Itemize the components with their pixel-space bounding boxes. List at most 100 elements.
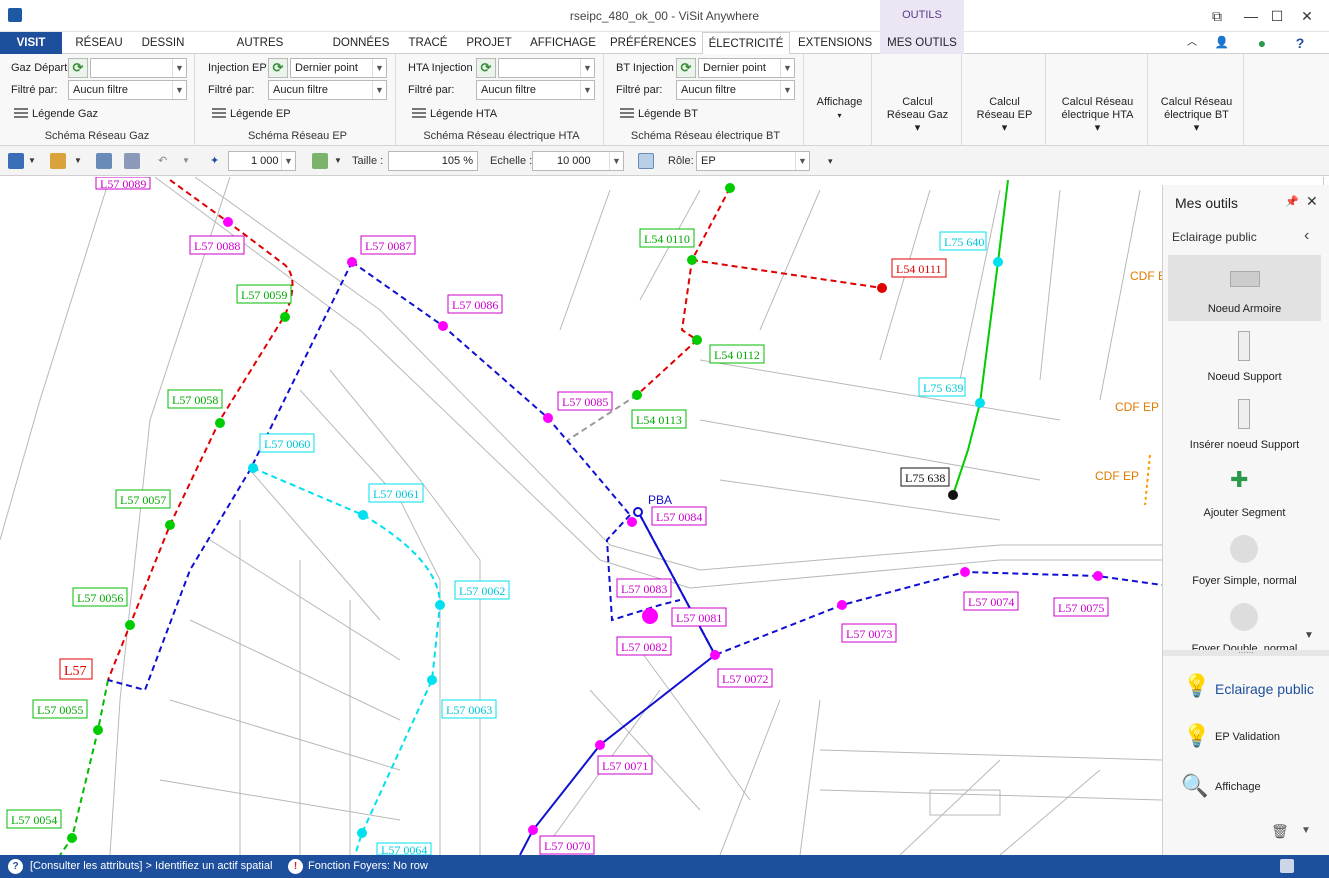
label-l57-0088[interactable]: L57 0088 xyxy=(194,239,240,253)
node[interactable] xyxy=(948,490,958,500)
tool-inserer-noeud-support[interactable]: Insérer noeud Support xyxy=(1168,391,1321,457)
calcul-reseau-ep-button[interactable]: Calcul Réseau EP ▾ xyxy=(964,54,1046,146)
node[interactable] xyxy=(627,517,637,527)
node[interactable] xyxy=(975,398,985,408)
splitter[interactable]: ······ xyxy=(1163,649,1329,657)
error-icon[interactable]: ! xyxy=(288,859,303,874)
close-button[interactable]: ✕ xyxy=(1294,6,1320,26)
label-l57-0071[interactable]: L57 0071 xyxy=(602,759,648,773)
label-l54-0111[interactable]: L54 0111 xyxy=(896,262,941,276)
red-line[interactable] xyxy=(107,179,294,681)
trash-icon[interactable]: 🗑 xyxy=(1271,823,1289,840)
node[interactable] xyxy=(165,520,175,530)
gaz-filter-combo[interactable]: Aucun filtre ▼ xyxy=(68,80,187,100)
maximize-button[interactable]: ☐ xyxy=(1264,6,1290,26)
affichage-button[interactable]: Affichage ▾ xyxy=(808,54,872,146)
tab-dessin[interactable]: DESSIN xyxy=(136,32,190,54)
green-line-north[interactable] xyxy=(952,179,1009,496)
tab-trace[interactable]: TRACÉ xyxy=(402,32,454,54)
label-l57-0086[interactable]: L57 0086 xyxy=(452,298,498,312)
blue-line-left[interactable] xyxy=(107,261,353,692)
bt-refresh-icon[interactable]: ⟳ xyxy=(676,58,696,78)
label-cdf-e[interactable]: CDF E xyxy=(1130,269,1162,283)
echelle-combo[interactable]: 10 000 ▼ xyxy=(532,151,624,171)
scale-combo[interactable]: 1 000 ▼ xyxy=(228,151,296,171)
node[interactable] xyxy=(837,600,847,610)
label-l57-0056[interactable]: L57 0056 xyxy=(77,591,123,605)
legend-gaz-button[interactable]: Légende Gaz xyxy=(32,108,98,120)
tool-foyer-simple[interactable]: Foyer Simple, normal xyxy=(1168,527,1321,593)
layers-icon[interactable] xyxy=(96,153,112,169)
orange-line[interactable] xyxy=(1144,454,1151,506)
red-line-north[interactable] xyxy=(636,187,731,396)
chevron-down-icon[interactable]: ▼ xyxy=(1301,825,1311,836)
ep-start-combo[interactable]: Dernier point ▼ xyxy=(290,58,387,78)
label-l57-0074[interactable]: L57 0074 xyxy=(968,595,1014,609)
label-l57-0075[interactable]: L57 0075 xyxy=(1058,601,1104,615)
node[interactable] xyxy=(692,335,702,345)
toolbar-overflow-icon[interactable]: ▾ xyxy=(828,153,833,169)
tab-visit[interactable]: VISIT xyxy=(0,32,62,54)
scroll-down-icon[interactable]: ▼ xyxy=(1304,630,1314,641)
save-status-icon[interactable] xyxy=(1280,859,1294,873)
tab-preferences[interactable]: PRÉFÉRENCES xyxy=(610,32,696,54)
tab-projet[interactable]: PROJET xyxy=(462,32,516,54)
node[interactable] xyxy=(993,257,1003,267)
user-icon[interactable]: 👤 xyxy=(1210,32,1234,54)
node[interactable] xyxy=(528,825,538,835)
node[interactable] xyxy=(595,740,605,750)
label-l57-0083[interactable]: L57 0083 xyxy=(621,582,667,596)
label-l57-0063[interactable]: L57 0063 xyxy=(446,703,492,717)
node[interactable] xyxy=(632,390,642,400)
calcul-reseau-gaz-button[interactable]: Calcul Réseau Gaz ▾ xyxy=(874,54,962,146)
label-l57-0060[interactable]: L57 0060 xyxy=(264,437,310,451)
tool-foyer-double[interactable]: Foyer Double, normal xyxy=(1168,595,1321,651)
label-l57-0084[interactable]: L57 0084 xyxy=(656,510,702,524)
label-l57-0055[interactable]: L57 0055 xyxy=(37,703,83,717)
label-l57-0072[interactable]: L57 0072 xyxy=(722,672,768,686)
undo-icon[interactable]: ↶ xyxy=(158,153,167,169)
help-icon[interactable]: ? xyxy=(1290,32,1310,54)
label-l75-638[interactable]: L75 638 xyxy=(905,471,945,485)
label-l75-640[interactable]: L75 640 xyxy=(944,235,984,249)
pin-icon[interactable]: 📌 xyxy=(1285,195,1299,208)
node[interactable] xyxy=(357,828,367,838)
node[interactable] xyxy=(280,312,290,322)
category-affichage[interactable]: Affichage xyxy=(1215,781,1261,793)
node[interactable] xyxy=(93,725,103,735)
node[interactable] xyxy=(877,283,887,293)
dropdown-arrow-icon[interactable]: ▼ xyxy=(28,153,36,169)
tab-autres-geometries[interactable]: AUTRES GÉOMÉTRIES xyxy=(200,32,320,71)
node[interactable] xyxy=(642,608,658,624)
node[interactable] xyxy=(67,833,77,843)
label-l54-0113[interactable]: L54 0113 xyxy=(636,413,682,427)
node[interactable] xyxy=(347,257,357,267)
hta-filter-combo[interactable]: Aucun filtre ▼ xyxy=(476,80,595,100)
node[interactable] xyxy=(215,418,225,428)
node[interactable] xyxy=(248,463,258,473)
tab-donnees[interactable]: DONNÉES xyxy=(330,32,392,54)
hta-refresh-icon[interactable]: ⟳ xyxy=(476,58,496,78)
bt-start-combo[interactable]: Dernier point ▼ xyxy=(698,58,795,78)
label-l57-0089[interactable]: L57 0089 xyxy=(100,177,146,191)
tab-reseau[interactable]: RÉSEAU xyxy=(72,32,126,54)
folder-icon[interactable] xyxy=(50,153,66,169)
gaz-refresh-icon[interactable]: ⟳ xyxy=(68,58,88,78)
label-l57-0058[interactable]: L57 0058 xyxy=(172,393,218,407)
label-l57-0061[interactable]: L57 0061 xyxy=(373,487,419,501)
tab-mes-outils[interactable]: MES OUTILS xyxy=(880,32,964,54)
dropdown-arrow-icon[interactable]: ▼ xyxy=(74,153,82,169)
label-pba[interactable]: PBA xyxy=(648,493,672,507)
collapse-ribbon-icon[interactable]: ︿ xyxy=(1184,32,1200,54)
label-l57-0073[interactable]: L57 0073 xyxy=(846,627,892,641)
node[interactable] xyxy=(710,650,720,660)
role-combo[interactable]: EP ▼ xyxy=(696,151,810,171)
role-icon[interactable] xyxy=(638,153,654,169)
legend-hta-button[interactable]: Légende HTA xyxy=(430,108,497,120)
back-chevron-icon[interactable]: ‹ xyxy=(1304,227,1309,245)
node[interactable] xyxy=(725,183,735,193)
minimize-button[interactable]: — xyxy=(1238,6,1264,26)
tab-electricite[interactable]: ÉLECTRICITÉ xyxy=(702,32,790,55)
label-l57-0062[interactable]: L57 0062 xyxy=(459,584,505,598)
legend-ep-button[interactable]: Légende EP xyxy=(230,108,291,120)
